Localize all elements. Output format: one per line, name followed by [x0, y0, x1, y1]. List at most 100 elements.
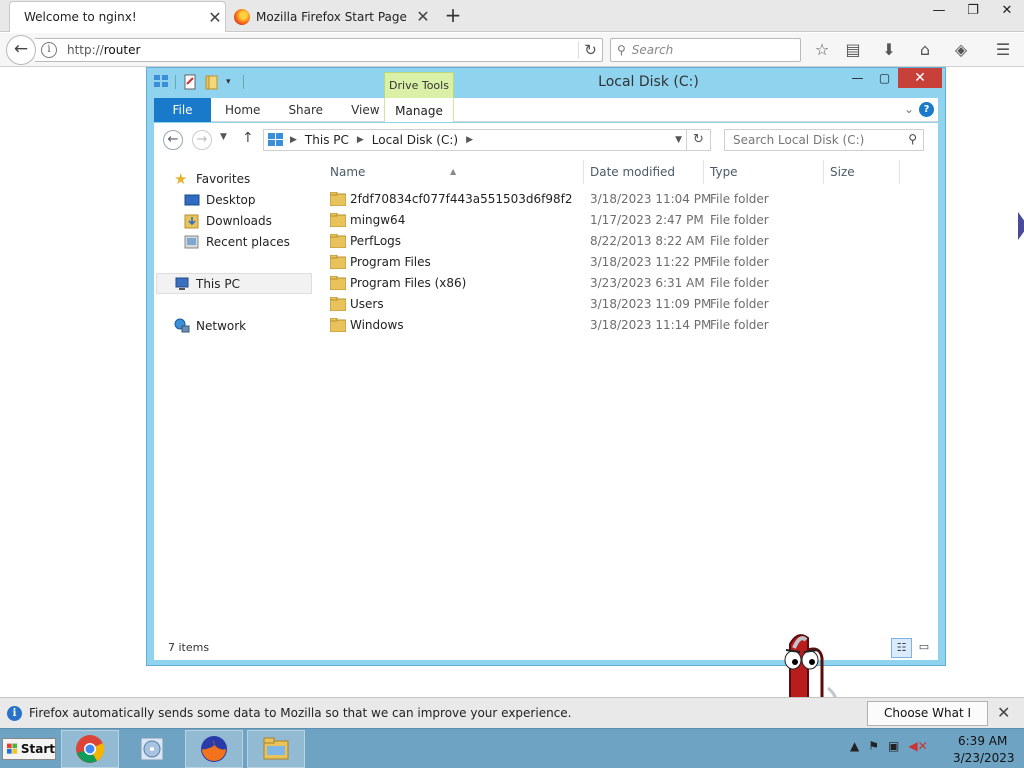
back-button[interactable]: ← — [6, 35, 36, 65]
window-title: Local Disk (C:) — [598, 74, 699, 90]
url-bar[interactable]: i http://router ↻ — [35, 38, 603, 62]
nav-desktop[interactable]: Desktop — [184, 189, 256, 210]
breadcrumb[interactable]: ▶ This PC ▶ Local Disk (C:) ▶ ▼ — [263, 129, 687, 151]
menu-icon[interactable]: ☰ — [992, 40, 1014, 60]
search-input[interactable]: Search Local Disk (C:) ⚲ — [724, 129, 924, 151]
file-date-modified: 3/18/2023 11:04 PM — [590, 192, 712, 206]
nav-label: Desktop — [206, 192, 256, 207]
breadcrumb-local-disk[interactable]: Local Disk (C:) — [372, 133, 458, 147]
bookmark-star-icon[interactable]: ☆ — [811, 40, 833, 60]
file-name: PerfLogs — [350, 234, 402, 248]
file-row[interactable]: PerfLogs 8/22/2013 8:22 AM File folder — [324, 231, 934, 252]
chevron-right-icon[interactable]: ▶ — [357, 135, 364, 145]
network-icon[interactable]: ▣ — [888, 739, 899, 753]
file-date-modified: 3/18/2023 11:09 PM — [590, 297, 712, 311]
maximize-icon[interactable]: ▢ — [871, 68, 898, 88]
search-icon[interactable]: ⚲ — [908, 132, 917, 146]
taskbar-media-player[interactable] — [123, 730, 181, 768]
nav-downloads[interactable]: Downloads — [184, 210, 272, 231]
nav-favorites[interactable]: ★ Favorites — [174, 168, 250, 189]
downloads-folder-icon — [184, 214, 199, 228]
clock-date[interactable]: 3/23/2023 — [953, 751, 1015, 765]
column-header-size[interactable]: Size — [824, 160, 900, 184]
breadcrumb-this-pc[interactable]: This PC — [305, 133, 349, 147]
file-list: Name ▲ Date modified Type Size 2fdf70834c… — [324, 156, 938, 636]
home-icon[interactable]: ⌂ — [914, 40, 936, 60]
refresh-icon[interactable]: ↻ — [687, 129, 711, 151]
nav-this-pc[interactable]: This PC — [156, 273, 312, 294]
tab-file[interactable]: File — [154, 97, 211, 122]
tab-share[interactable]: Share — [288, 103, 323, 117]
tab-title: Welcome to nginx! — [24, 10, 137, 24]
forward-arrow-icon[interactable]: → — [192, 130, 212, 150]
choose-what-i-share-button[interactable]: Choose What I Share — [867, 701, 988, 743]
tab-welcome-nginx[interactable]: Welcome to nginx! ✕ — [9, 1, 226, 32]
star-icon: ★ — [174, 169, 188, 188]
reading-list-icon[interactable]: ▤ — [842, 40, 864, 60]
search-input[interactable]: ⚲ Search — [610, 38, 801, 62]
action-center-flag-icon[interactable]: ⚑ — [868, 739, 879, 753]
up-arrow-icon[interactable]: ↑ — [242, 130, 254, 146]
file-date-modified: 3/18/2023 11:14 PM — [590, 318, 712, 332]
close-icon[interactable]: ✕ — [205, 8, 225, 27]
nav-label: Favorites — [196, 171, 251, 186]
nav-network[interactable]: Network — [174, 315, 246, 336]
minimize-icon[interactable]: — — [922, 0, 956, 22]
close-icon[interactable]: ✕ — [413, 7, 433, 26]
close-icon[interactable]: ✕ — [997, 703, 1010, 722]
url-text[interactable]: http://router — [67, 43, 578, 57]
chevron-down-icon[interactable]: ▼ — [675, 135, 682, 145]
reload-icon[interactable]: ↻ — [578, 41, 602, 59]
file-type: File folder — [710, 276, 769, 290]
tab-home[interactable]: Home — [225, 103, 260, 117]
clock-time[interactable]: 6:39 AM — [958, 734, 1007, 748]
file-row[interactable]: mingw64 1/17/2023 2:47 PM File folder — [324, 210, 934, 231]
nav-label: Recent places — [206, 234, 290, 249]
column-header-type[interactable]: Type — [704, 160, 824, 184]
column-header-name[interactable]: Name ▲ — [324, 160, 584, 184]
details-view-icon[interactable]: ☷ — [891, 638, 912, 658]
file-row[interactable]: Program Files 3/18/2023 11:22 PM File fold… — [324, 252, 934, 273]
minimize-icon[interactable]: — — [844, 68, 871, 88]
tab-view[interactable]: View — [351, 103, 379, 117]
file-row[interactable]: 2fdf70834cf077f443a551503d6f98f2 3/18/202… — [324, 189, 934, 210]
chevron-right-icon[interactable]: ▶ — [290, 135, 297, 145]
explorer-title-bar[interactable]: ▾ Drive Tools Local Disk (C:) — ▢ ✕ — [147, 68, 945, 98]
folder-icon — [330, 297, 346, 311]
start-button[interactable]: Start — [2, 738, 56, 760]
recent-locations-dropdown-icon[interactable]: ▼ — [220, 132, 227, 142]
tab-manage[interactable]: Manage — [384, 98, 454, 122]
column-header-date[interactable]: Date modified — [584, 160, 704, 184]
expand-ribbon-icon[interactable]: ⌄ — [904, 102, 914, 116]
file-row[interactable]: Program Files (x86) 3/23/2023 6:31 AM File… — [324, 273, 934, 294]
large-icons-view-icon[interactable]: ▭ — [914, 638, 934, 658]
file-type: File folder — [710, 255, 769, 269]
show-hidden-icons-icon[interactable]: ▲ — [850, 739, 859, 753]
back-arrow-icon[interactable]: ← — [163, 130, 183, 150]
nav-recent-places[interactable]: Recent places — [184, 231, 290, 252]
close-icon[interactable]: ✕ — [990, 0, 1024, 22]
taskbar-file-explorer[interactable] — [247, 730, 305, 768]
file-type: File folder — [710, 297, 769, 311]
tab-title: Mozilla Firefox Start Page — [256, 9, 407, 24]
taskbar-chrome[interactable] — [61, 730, 119, 768]
close-icon[interactable]: ✕ — [898, 68, 942, 88]
file-date-modified: 3/18/2023 11:22 PM — [590, 255, 712, 269]
restore-icon[interactable]: ❐ — [956, 0, 990, 22]
computer-icon — [175, 277, 189, 290]
volume-muted-icon[interactable]: ◀✕ — [908, 739, 927, 753]
info-icon[interactable]: i — [41, 42, 57, 58]
file-row[interactable]: Users 3/18/2023 11:09 PM File folder — [324, 294, 934, 315]
chevron-right-icon[interactable]: ▶ — [466, 135, 473, 145]
file-row[interactable]: Windows 3/18/2023 11:14 PM File folder — [324, 315, 934, 336]
browser-window-controls: — ❐ ✕ — [922, 0, 1024, 24]
ribbon-tabs: File Home Share View Manage ⌄ ? — [154, 97, 938, 122]
nav-label: Network — [196, 318, 247, 333]
pocket-icon[interactable]: ◈ — [950, 40, 972, 60]
downloads-icon[interactable]: ⬇ — [878, 40, 900, 60]
help-icon[interactable]: ? — [919, 102, 934, 117]
tab-firefox-start-page[interactable]: Mozilla Firefox Start Page ✕ — [228, 1, 433, 32]
taskbar-firefox[interactable] — [185, 730, 243, 768]
new-tab-button[interactable]: + — [442, 3, 464, 29]
folder-icon — [330, 255, 346, 269]
